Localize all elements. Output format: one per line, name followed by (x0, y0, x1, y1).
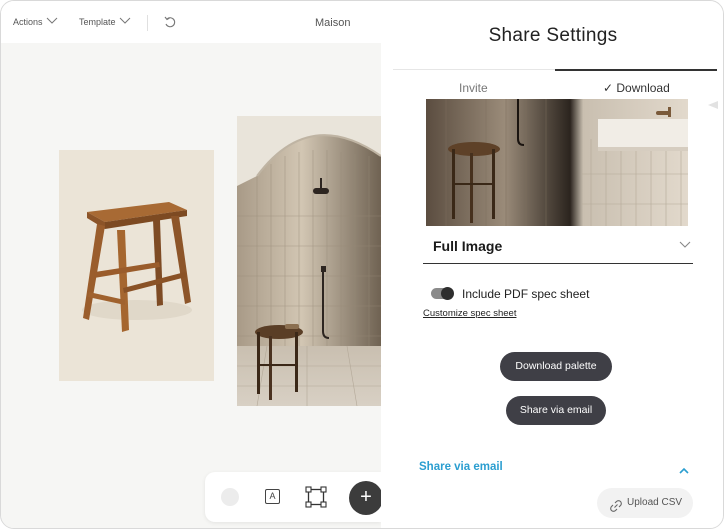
chevron-down-icon (679, 238, 691, 250)
chevron-down-icon (46, 17, 58, 27)
chevron-up-icon[interactable] (678, 463, 690, 474)
app-window: Actions Template Maison A + Share Settin… (0, 0, 724, 529)
add-button[interactable]: + (349, 481, 383, 515)
actions-menu[interactable]: Actions (13, 17, 58, 27)
top-toolbar: Actions Template Maison (1, 1, 381, 43)
share-via-email-accordion[interactable]: Share via email (419, 461, 503, 473)
text-tool-icon[interactable]: A (265, 489, 280, 504)
pdf-spec-toggle-label: Include PDF spec sheet (462, 287, 590, 301)
frame-tool-icon[interactable] (305, 486, 327, 508)
stool-image[interactable] (59, 150, 214, 381)
download-preview-image (426, 99, 688, 226)
upload-csv-button[interactable]: Upload CSV (597, 488, 693, 518)
actions-menu-label: Actions (13, 17, 43, 27)
design-canvas[interactable]: Actions Template Maison A + (1, 1, 383, 528)
chevron-left-icon (705, 97, 719, 109)
canvas-toolbar: A + (205, 472, 383, 522)
active-tab-indicator (555, 69, 717, 71)
upload-csv-label: Upload CSV (627, 497, 683, 508)
download-palette-button[interactable]: Download palette (500, 352, 612, 381)
chevron-down-icon (119, 17, 131, 27)
image-size-selected: Full Image (433, 238, 503, 254)
link-icon (609, 496, 623, 512)
share-via-email-button[interactable]: Share via email (506, 396, 606, 425)
template-menu-label: Template (79, 17, 116, 27)
template-menu[interactable]: Template (79, 17, 131, 27)
panel-title: Share Settings (488, 25, 618, 46)
image-size-dropdown[interactable]: Full Image (423, 232, 693, 264)
shower-image[interactable] (237, 116, 381, 406)
document-title: Maison (315, 17, 351, 29)
tab-download[interactable]: ✓ Download (603, 81, 670, 95)
pdf-spec-toggle[interactable] (431, 287, 454, 300)
customize-spec-sheet-link[interactable]: Customize spec sheet (423, 308, 516, 319)
tab-invite[interactable]: Invite (459, 81, 488, 95)
color-swatch-button[interactable] (221, 488, 239, 506)
share-settings-panel: Share Settings Invite ✓ Download Full Im… (381, 1, 723, 528)
toolbar-divider (147, 15, 148, 31)
undo-icon[interactable] (163, 15, 177, 32)
toggle-knob (441, 287, 454, 300)
